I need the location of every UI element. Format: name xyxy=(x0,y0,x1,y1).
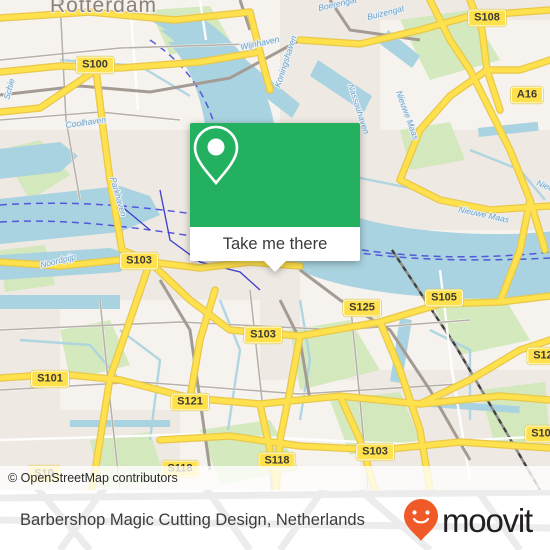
road-shield-label: S105 xyxy=(425,289,463,307)
road-shield-label: S103 xyxy=(120,252,158,270)
road-shield-label: S101 xyxy=(31,370,69,388)
road-shield-label: A16 xyxy=(510,86,544,104)
moovit-logo[interactable]: moovit xyxy=(402,498,533,542)
road-shield-label: S100 xyxy=(76,56,114,74)
map-city-label: Rotterdam xyxy=(50,0,157,17)
osm-attribution-text[interactable]: © OpenStreetMap contributors xyxy=(0,471,178,485)
road-shield[interactable]: S125 xyxy=(343,299,381,317)
road-shield-label: S10 xyxy=(525,425,550,443)
road-shield-label: S103 xyxy=(356,443,394,461)
road-shield-label: S108 xyxy=(468,9,506,27)
road-shield[interactable]: S101 xyxy=(31,370,69,388)
road-shield[interactable]: A16 xyxy=(510,86,544,104)
footer-bar: Barbershop Magic Cutting Design, Netherl… xyxy=(0,490,550,550)
moovit-smiley-pin-icon xyxy=(404,499,438,541)
map-canvas[interactable]: Rotterdam Wijnhaven Koningshaven Nassauh… xyxy=(0,0,550,490)
road-shield[interactable]: S105 xyxy=(425,289,463,307)
road-shield[interactable]: S12 xyxy=(527,347,550,365)
location-pin-icon xyxy=(193,125,239,186)
road-shield-label: S12 xyxy=(527,347,550,365)
popup-card-header xyxy=(190,123,360,227)
place-title: Barbershop Magic Cutting Design, Netherl… xyxy=(20,510,365,529)
road-shield[interactable]: S108 xyxy=(468,9,506,27)
moovit-map-page: Rotterdam Wijnhaven Koningshaven Nassauh… xyxy=(0,0,550,550)
road-shield-label: S103 xyxy=(244,326,282,344)
popup-card-tail xyxy=(264,261,286,272)
road-shield[interactable]: S103 xyxy=(244,326,282,344)
road-shield[interactable]: S103 xyxy=(120,252,158,270)
road-shield-label: S121 xyxy=(171,393,209,411)
road-shield-label: S125 xyxy=(343,299,381,317)
road-shield[interactable]: S103 xyxy=(356,443,394,461)
take-me-there-label: Take me there xyxy=(222,234,328,253)
road-shield[interactable]: S121 xyxy=(171,393,209,411)
location-popup-card[interactable]: Take me there xyxy=(190,123,360,272)
take-me-there-button[interactable]: Take me there xyxy=(190,227,360,272)
road-shield[interactable]: S10 xyxy=(525,425,550,443)
moovit-wordmark: moovit xyxy=(442,501,533,539)
road-shield[interactable]: S100 xyxy=(76,56,114,74)
map-attribution-bar: © OpenStreetMap contributors xyxy=(0,466,550,490)
